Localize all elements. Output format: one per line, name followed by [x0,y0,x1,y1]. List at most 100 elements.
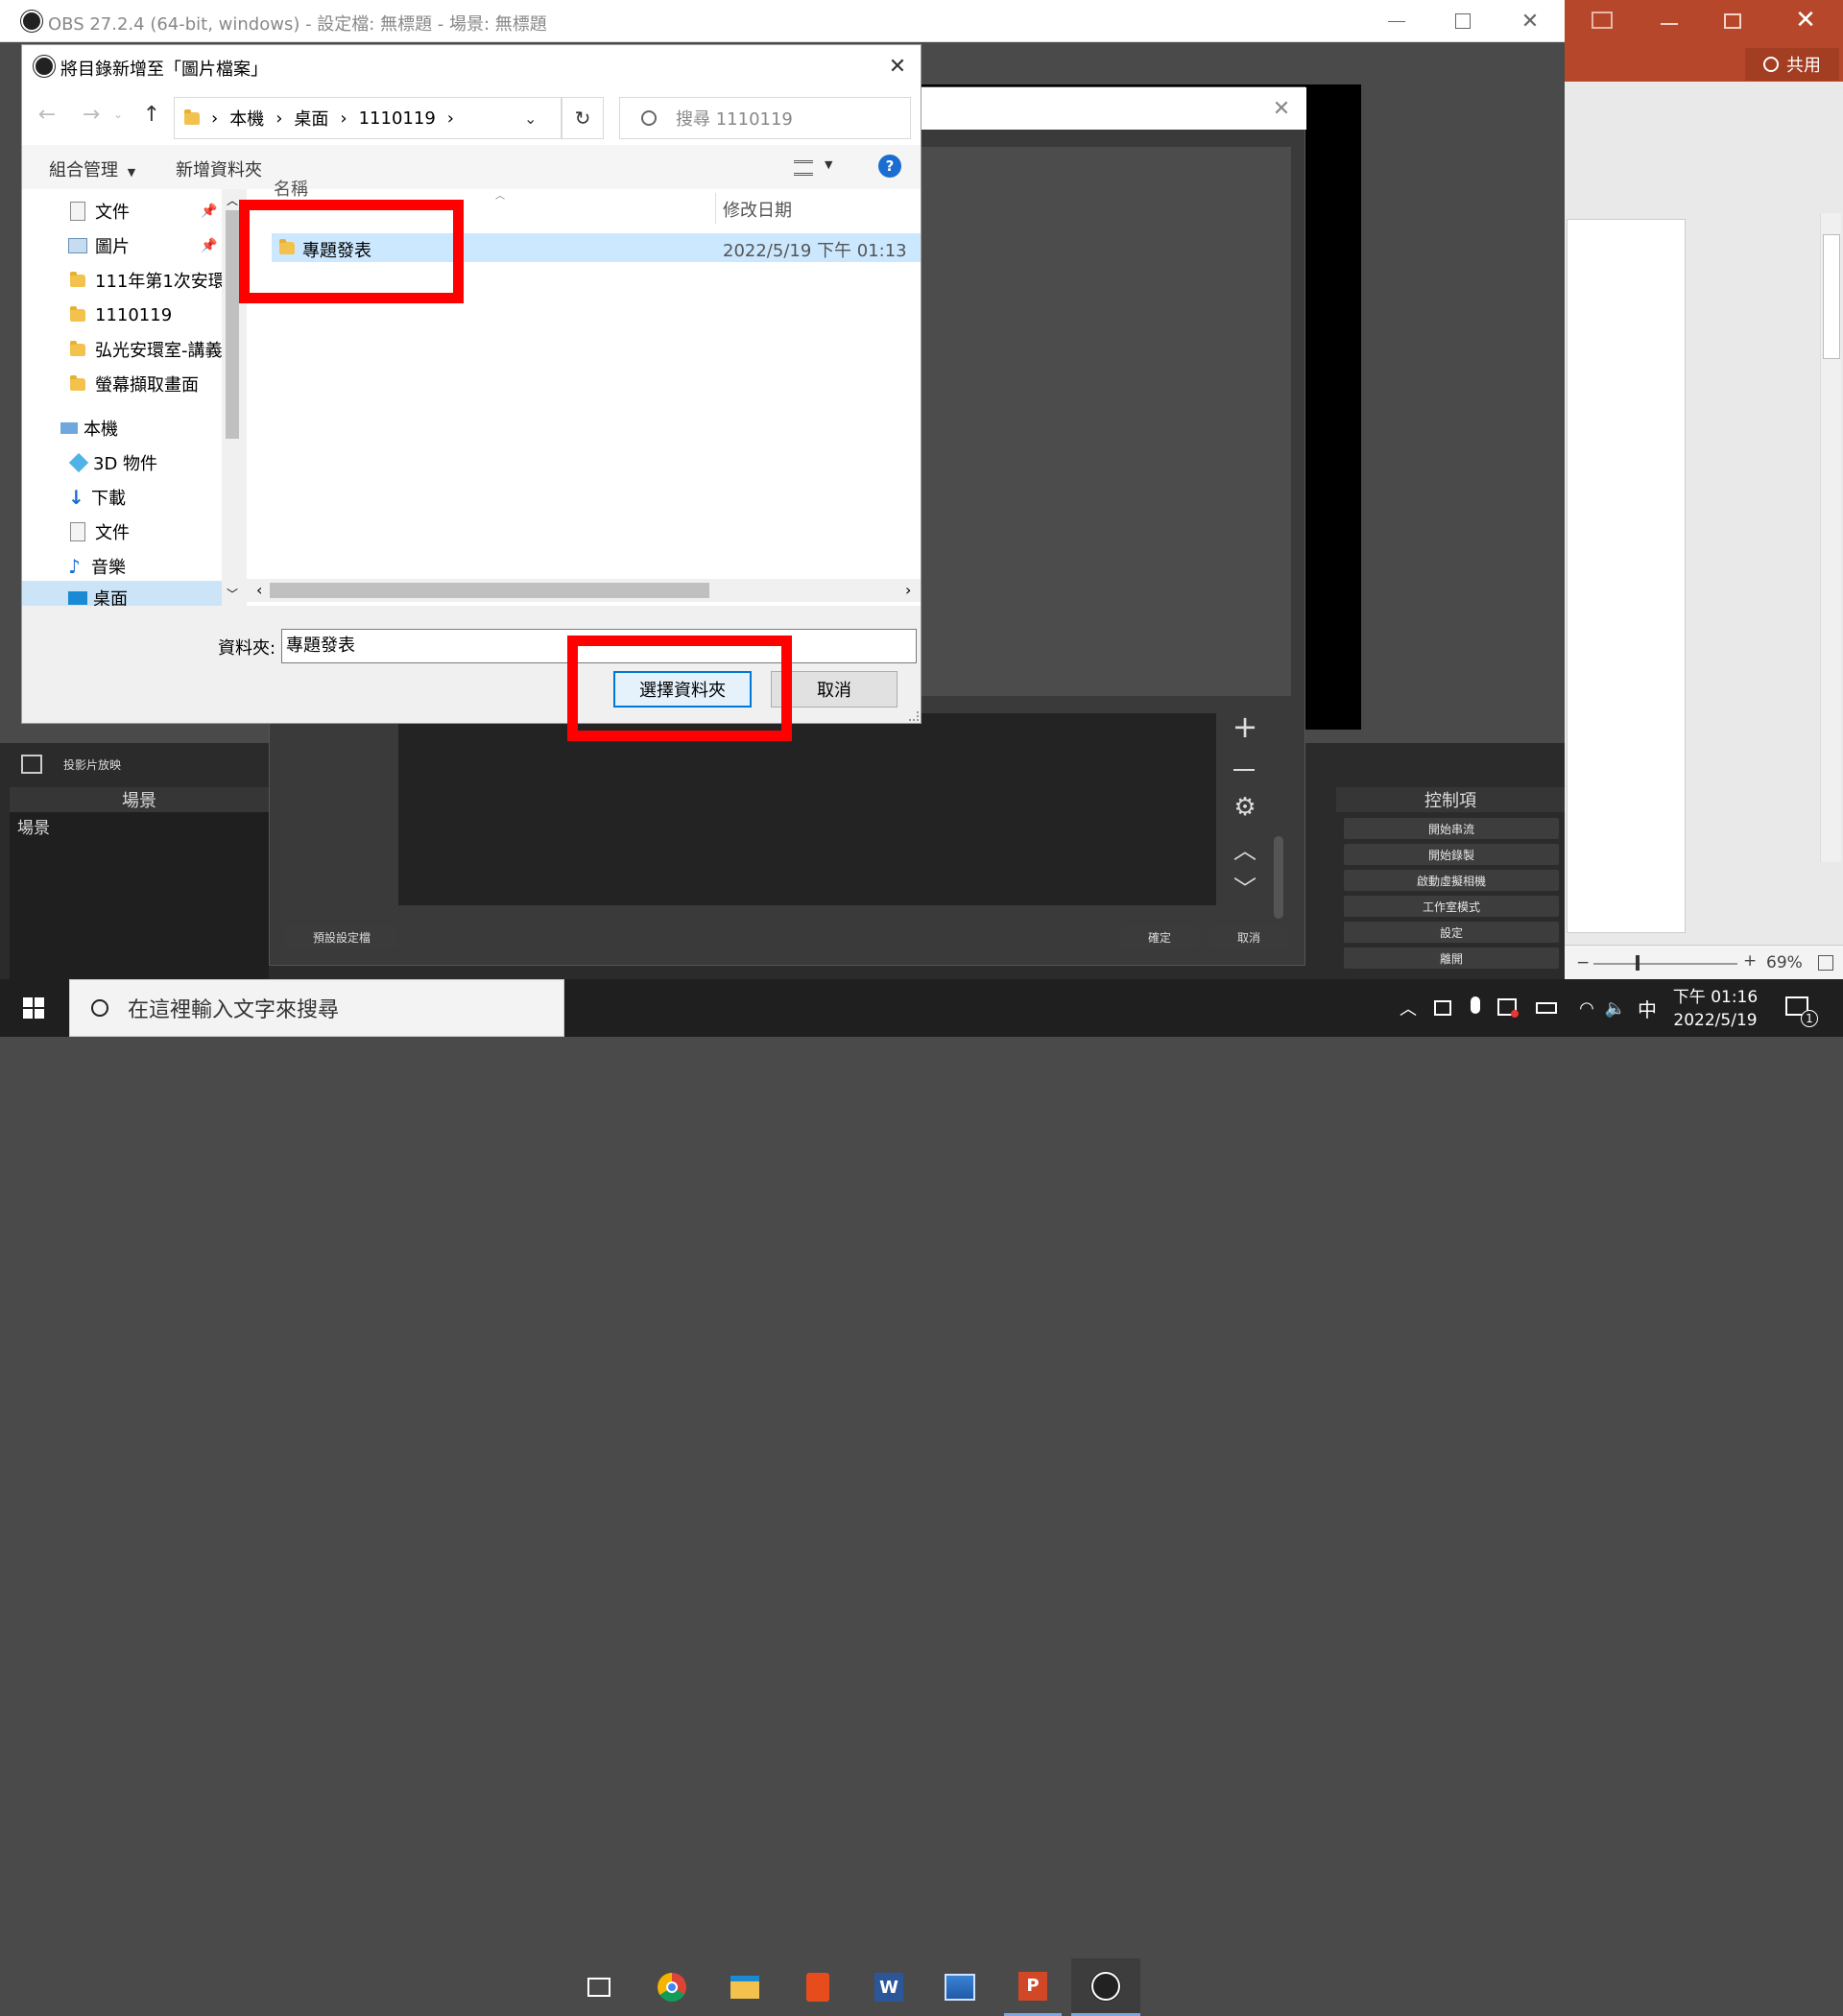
move-up-icon[interactable]: ︿ [1230,832,1260,864]
task-view-icon[interactable] [570,1958,628,2016]
remove-icon[interactable] [1233,769,1255,771]
address-bar[interactable]: › 本機 › 桌面 › 1110119 › ⌄ [174,97,562,139]
ppt-minimize-icon[interactable] [1661,23,1678,25]
obs-taskbar-icon[interactable] [1071,1958,1140,2016]
nav-documents-pc[interactable]: 文件 [22,515,243,549]
column-modified-header[interactable]: 修改日期 [723,197,792,222]
nav-folder-1110119[interactable]: 1110119 [22,298,243,332]
zoom-out-icon[interactable]: − [1576,953,1590,972]
zoom-slider-thumb[interactable] [1636,955,1640,971]
search-box[interactable]: 搜尋 1110119 [619,97,911,139]
properties-close-icon[interactable]: ✕ [1268,95,1295,122]
ppt-close-icon[interactable]: ✕ [1791,6,1820,35]
scene-item[interactable]: 場景 [17,814,50,838]
help-icon[interactable]: ? [878,155,901,178]
ppt-statusbar: − + 69% [1565,945,1843,979]
ppt-share-button[interactable]: 共用 [1745,48,1839,81]
ppt-slide-canvas [1567,219,1686,933]
up-icon[interactable]: ↑ [139,101,164,128]
dialog-logo-icon [34,56,55,77]
show-hidden-icons-icon[interactable]: ︿ [1396,995,1421,1021]
taskbar-search-placeholder: 在這裡輸入文字來搜尋 [128,998,340,1022]
download-icon: ↓ [68,486,84,509]
refresh-icon[interactable]: ↻ [562,97,604,139]
nav-documents[interactable]: 文件 📌 [22,194,243,228]
nav-pictures[interactable]: 圖片 📌 [22,228,243,263]
meet-now-icon[interactable] [1434,1000,1451,1016]
taskbar-search-box[interactable]: 在這裡輸入文字來搜尋 [69,979,564,1037]
powerpoint-icon[interactable]: P [1004,1958,1062,2016]
clock[interactable]: 下午 01:16 2022/5/19 [1670,983,1760,1030]
search-placeholder: 搜尋 1110119 [676,109,793,130]
nav-folder-screenshots[interactable]: 螢幕擷取畫面 [22,367,243,401]
start-button[interactable] [0,979,67,1037]
hscroll-thumb[interactable] [270,583,709,598]
settings-button[interactable]: 設定 [1344,922,1559,943]
ppt-scroll-thumb[interactable] [1823,234,1840,359]
wifi-icon[interactable]: ◠ [1574,995,1599,1021]
nav-folder-lecture[interactable]: 弘光安環室-講義 [22,332,243,367]
chrome-icon[interactable] [643,1958,701,2016]
zoom-in-icon[interactable]: + [1743,951,1757,971]
zoom-slider[interactable] [1593,963,1737,965]
new-folder-button[interactable]: 新增資料夾 [176,156,262,181]
office-icon[interactable] [789,1958,847,2016]
ppt-restore-ribbon-icon[interactable] [1592,12,1613,29]
breadcrumb-desktop[interactable]: 桌面 [294,106,328,131]
slideshow-source-row[interactable]: 投影片放映 [10,743,269,785]
ime-indicator[interactable]: 中 [1638,995,1657,1022]
zoom-level[interactable]: 69% [1766,953,1803,972]
ppt-restore-icon[interactable] [1724,13,1741,29]
nav-3d-objects[interactable]: 3D 物件 [22,445,243,480]
file-explorer-icon[interactable] [716,1958,774,2016]
start-recording-button[interactable]: 開始錄製 [1344,844,1559,865]
properties-ok-button[interactable]: 確定 [1120,926,1199,948]
breadcrumb-this-pc[interactable]: 本機 [229,106,264,131]
hscrollbar[interactable]: ‹ › [247,579,921,602]
start-virtual-camera-button[interactable]: 啟動虛擬相機 [1344,870,1559,891]
back-icon[interactable]: ← [34,101,60,128]
volume-icon[interactable]: 🔈 [1603,995,1628,1021]
properties-scrollbar[interactable] [1274,836,1283,919]
obs-maximize-icon[interactable] [1455,13,1471,29]
hscroll-left-icon[interactable]: ‹ [256,581,262,599]
obs-close-icon[interactable]: ✕ [1517,8,1544,35]
folder-icon [70,340,85,356]
nav-scroll-thumb[interactable] [226,210,239,439]
add-icon[interactable]: + [1230,708,1260,745]
view-options-icon[interactable] [794,160,813,176]
properties-cancel-button[interactable]: 取消 [1209,926,1289,948]
fit-slide-icon[interactable] [1818,955,1833,971]
nav-this-pc[interactable]: 本機 [22,411,243,445]
gear-icon[interactable]: ⚙ [1230,792,1260,823]
column-divider[interactable] [715,193,716,224]
move-down-icon[interactable]: ﹀ [1230,871,1260,902]
hscroll-right-icon[interactable]: › [905,581,911,599]
nav-folder-111[interactable]: 111年第1次安環 [22,263,243,298]
file-modified: 2022/5/19 下午 01:13 [723,241,907,261]
clock-date: 2022/5/19 [1673,1011,1758,1030]
address-dropdown-icon[interactable]: ⌄ [524,109,537,128]
studio-mode-button[interactable]: 工作室模式 [1344,896,1559,917]
ppt-scrollbar[interactable] [1820,213,1841,862]
recent-dropdown-icon[interactable]: ⌄ [110,101,126,128]
organize-button[interactable]: 組合管理 ▼ [49,156,135,181]
nav-music[interactable]: ♪ 音樂 [22,549,243,584]
microphone-icon[interactable] [1471,996,1480,1014]
nav-scroll-down-icon[interactable]: ﹀ [222,585,243,602]
nav-downloads[interactable]: ↓ 下載 [22,480,243,515]
photos-icon[interactable] [931,1958,989,2016]
obs-minimize-icon[interactable] [1388,21,1405,22]
resize-grip-icon[interactable] [909,711,919,721]
view-dropdown-icon[interactable]: ▼ [825,158,832,171]
nav-desktop[interactable]: 桌面 [22,581,243,606]
battery-icon[interactable] [1536,1002,1557,1014]
defaults-button[interactable]: 預設設定檔 [285,926,398,948]
word-icon[interactable]: W [860,1958,918,2016]
exit-button[interactable]: 離開 [1344,948,1559,969]
start-streaming-button[interactable]: 開始串流 [1344,818,1559,839]
breadcrumb-current[interactable]: 1110119 [359,108,436,129]
controls-header: 控制項 [1336,787,1565,812]
dialog-close-icon[interactable]: ✕ [884,53,911,80]
forward-icon[interactable]: → [78,101,105,128]
